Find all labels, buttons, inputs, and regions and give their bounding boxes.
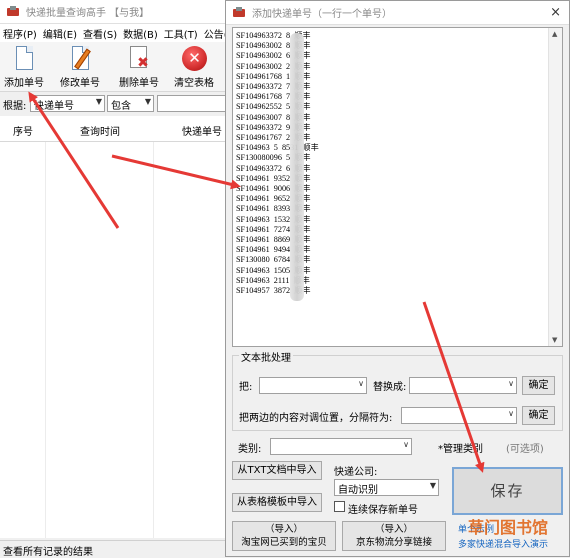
tracking-line: SF104963372 9 顺丰: [236, 122, 311, 132]
grid-body[interactable]: [0, 142, 236, 538]
tracking-line: SF104963002 6 顺丰: [236, 51, 311, 61]
blur-mask: [290, 33, 304, 301]
tracking-line: SF104961 8869 顺丰: [236, 235, 311, 245]
dialog-titlebar: 添加快递单号（一行一个单号）: [226, 1, 569, 25]
app-icon: [232, 6, 246, 20]
menu-data[interactable]: 数据(B): [120, 26, 161, 41]
watermark-text: 草门图书馆: [468, 518, 549, 537]
tracking-line: SF104961 9652 顺丰: [236, 194, 311, 204]
import-jd-button[interactable]: （导入） 京东物流分享链接: [342, 521, 446, 551]
scroll-down-icon[interactable]: ▼: [552, 336, 557, 344]
menu-edit[interactable]: 编辑(E): [40, 26, 80, 41]
tracking-numbers-textarea[interactable]: SF104963372 8 顺丰 SF104963002 8 顺丰 SF104963…: [232, 27, 563, 347]
replace-from-select[interactable]: ∨: [259, 377, 367, 394]
tracking-line: SF104963 1505 顺丰: [236, 265, 311, 275]
edit-number-button[interactable]: 修改单号: [56, 44, 104, 90]
keep-saving-checkbox[interactable]: [334, 501, 345, 512]
tracking-line: SF104961 8393 顺丰: [236, 204, 311, 214]
replace-label: 把:: [239, 382, 253, 393]
menubar: 程序(P) 编辑(E) 查看(S) 数据(B) 工具(T) 公告(X): [0, 24, 238, 42]
group-title: 文本批处理: [239, 349, 293, 364]
replace-to-select[interactable]: ∨: [409, 377, 517, 394]
delete-document-icon: ✖: [126, 45, 152, 73]
confirm-swap-button[interactable]: 确定: [522, 406, 555, 425]
category-label: 类别:: [238, 444, 262, 455]
close-icon[interactable]: ×: [550, 5, 561, 20]
tracking-line: SF130080 6784 顺丰: [236, 255, 311, 265]
tracking-line: SF104961768 1 顺丰: [236, 71, 311, 81]
tracking-line: SF104961 9006 顺丰: [236, 184, 311, 194]
clear-icon: ✕: [181, 45, 207, 73]
status-bar: 查看所有记录的结果: [0, 540, 236, 558]
grid-header: 序号 查询时间 快递单号: [0, 116, 236, 142]
menu-tools[interactable]: 工具(T): [161, 26, 201, 41]
chevron-down-icon: ∨: [358, 379, 364, 388]
tracking-line: SF104961767 2 顺丰: [236, 133, 311, 143]
tracking-line: SF104963 5 8531 顺丰: [236, 143, 319, 153]
clear-table-button[interactable]: ✕ 清空表格: [170, 44, 218, 90]
column-query-time[interactable]: 查询时间: [80, 123, 120, 138]
filter-operator-select[interactable]: 包含 ▼: [107, 95, 154, 112]
tracking-line: SF104957 3872 顺丰: [236, 286, 311, 296]
app-icon: [6, 5, 20, 19]
keep-saving-label: 连续保存新单号: [348, 505, 418, 516]
chevron-down-icon: ∨: [508, 409, 514, 418]
dialog-title: 添加快递单号（一行一个单号）: [252, 9, 392, 20]
column-index[interactable]: 序号: [13, 123, 33, 138]
filter-field-select[interactable]: 快递单号 ▼: [30, 95, 105, 112]
confirm-replace-button[interactable]: 确定: [522, 376, 555, 395]
chevron-down-icon: ▼: [144, 97, 151, 106]
add-numbers-dialog: 添加快递单号（一行一个单号） × SF104963372 8 顺丰 SF10496…: [225, 0, 570, 557]
tracking-line: SF104961 7274 顺丰: [236, 224, 311, 234]
tracking-line: SF104962552 5 顺丰: [236, 102, 311, 112]
tracking-line: SF104963372 7 顺丰: [236, 82, 311, 92]
chevron-down-icon: ▼: [429, 481, 436, 490]
chevron-down-icon: ∨: [508, 379, 514, 388]
import-template-button[interactable]: 从表格模板中导入: [232, 493, 322, 512]
courier-label: 快递公司:: [334, 467, 378, 478]
pencil-icon: [67, 45, 93, 73]
manage-category-link[interactable]: *管理类别: [438, 440, 483, 455]
separator-select[interactable]: ∨: [401, 407, 517, 424]
courier-select[interactable]: 自动识别 ▼: [334, 479, 439, 496]
tracking-line: SF130080096 5 顺丰: [236, 153, 311, 163]
text-batch-group: 文本批处理 把: ∨ 替换成: ∨ 确定 把两边的内容对调位置，分隔符为: ∨ …: [232, 349, 563, 431]
toolbar: 添加单号 修改单号 ✖ 删除单号 ✕ 清空表格: [0, 42, 236, 92]
document-icon: [11, 45, 37, 73]
chevron-down-icon: ∨: [403, 440, 409, 449]
tracking-line: SF104961 9352 顺丰: [236, 173, 311, 183]
tracking-line: SF104961768 7 顺丰: [236, 92, 311, 102]
tracking-line: SF104963007 8 顺丰: [236, 112, 311, 122]
main-window: 快递批量查询高手 【与我】 程序(P) 编辑(E) 查看(S) 数据(B) 工具…: [0, 0, 238, 558]
textarea-scrollbar[interactable]: ▲ ▼: [548, 28, 562, 346]
add-number-button[interactable]: 添加单号: [0, 44, 48, 90]
scroll-up-icon[interactable]: ▲: [552, 30, 557, 38]
delete-number-button[interactable]: ✖ 删除单号: [115, 44, 163, 90]
main-titlebar: 快递批量查询高手 【与我】: [0, 0, 235, 24]
tracking-line: SF104963 2111 顺丰: [236, 275, 310, 285]
tracking-line: SF104963002 2 顺丰: [236, 61, 311, 71]
column-tracking-number[interactable]: 快递单号: [182, 123, 222, 138]
filter-label: 根据:: [3, 101, 27, 112]
import-taobao-button[interactable]: （导入） 淘宝网已买到的宝贝: [232, 521, 336, 551]
multi-courier-demo-link[interactable]: 多家快递混合导入演示: [458, 537, 548, 550]
swap-label: 把两边的内容对调位置，分隔符为:: [239, 413, 393, 424]
save-button[interactable]: 保存: [452, 467, 563, 515]
tracking-line: SF104963 1532 顺丰: [236, 214, 311, 224]
chevron-down-icon: ▼: [95, 97, 102, 106]
menu-view[interactable]: 查看(S): [80, 26, 120, 41]
tracking-line: SF104963002 8 顺丰: [236, 41, 311, 51]
tracking-line: SF104961 9494 顺丰: [236, 245, 311, 255]
menu-program[interactable]: 程序(P): [0, 26, 40, 41]
tracking-line: SF104963372 8 顺丰: [236, 31, 311, 40]
import-txt-button[interactable]: 从TXT文档中导入: [232, 461, 322, 480]
main-window-title: 快递批量查询高手 【与我】: [26, 8, 150, 19]
tracking-line: SF104963372 6 顺丰: [236, 163, 311, 173]
filter-row: 根据: 快递单号 ▼ 包含 ▼: [0, 94, 236, 114]
optional-label: (可选项): [506, 444, 544, 455]
tracking-lines: SF104963372 8 顺丰 SF104963002 8 顺丰 SF104963…: [236, 31, 319, 296]
replace-with-label: 替换成:: [373, 382, 407, 393]
category-select[interactable]: ∨: [270, 438, 412, 455]
